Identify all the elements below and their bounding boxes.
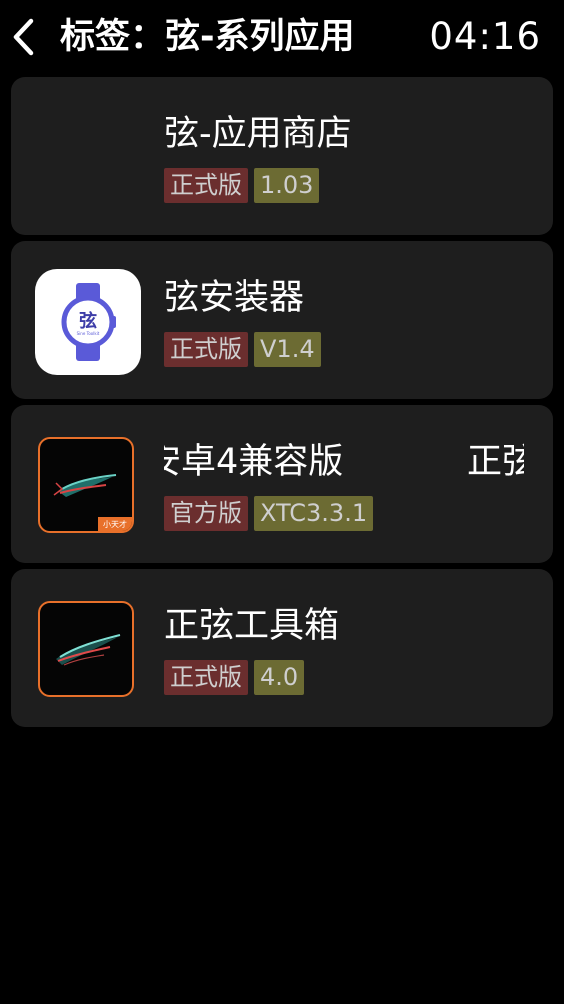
release-type-badge: 正式版 (164, 168, 248, 203)
release-type-badge: 正式版 (164, 332, 248, 367)
app-icon (35, 105, 141, 211)
badge-row: 正式版 1.03 (164, 168, 320, 203)
page-title: 标签：弦-系列应用 (60, 17, 355, 57)
svg-text:Sine Toolkit: Sine Toolkit (77, 331, 100, 336)
release-type-badge: 官方版 (164, 496, 248, 531)
app-name-container: 弦安装器 (164, 273, 524, 323)
back-button[interactable] (6, 14, 42, 60)
app-card[interactable]: 小天才 安卓4兼容版 正弦 官方版 XTC3.3.1 (11, 405, 553, 563)
fish-icon: 小天才 (38, 437, 134, 533)
version-badge: 1.03 (254, 168, 320, 203)
svg-text:小天才: 小天才 (103, 519, 127, 529)
header: 标签：弦-系列应用 04:16 (0, 0, 564, 76)
app-name-container: 安卓4兼容版 正弦 (164, 437, 524, 487)
version-badge: V1.4 (254, 332, 321, 367)
app-list: 弦-应用商店 正式版 1.03 弦 Sine Toolkit 弦安装器 正式版 … (11, 77, 553, 733)
chevron-left-icon (13, 18, 34, 56)
watch-icon: 弦 Sine Toolkit (35, 269, 141, 375)
app-name: 安卓4兼容版 (164, 442, 344, 482)
version-badge: XTC3.3.1 (254, 496, 374, 531)
badge-row: 官方版 XTC3.3.1 (164, 496, 374, 531)
release-type-badge: 正式版 (164, 660, 248, 695)
badge-row: 正式版 4.0 (164, 660, 305, 695)
app-name: 正弦工具箱 (164, 606, 340, 646)
svg-text:弦: 弦 (79, 310, 97, 332)
clock: 04:16 (429, 15, 541, 58)
app-name: 弦-应用商店 (164, 114, 352, 154)
version-badge: 4.0 (254, 660, 305, 695)
app-card[interactable]: 弦-应用商店 正式版 1.03 (11, 77, 553, 235)
app-name: 弦安装器 (164, 278, 305, 318)
app-card[interactable]: 正弦工具箱 正式版 4.0 (11, 569, 553, 727)
badge-row: 正式版 V1.4 (164, 332, 321, 367)
app-name-container: 正弦工具箱 (164, 601, 524, 651)
feather-icon (38, 601, 134, 697)
app-name-container: 弦-应用商店 (164, 109, 524, 159)
app-card[interactable]: 弦 Sine Toolkit 弦安装器 正式版 V1.4 (11, 241, 553, 399)
app-name-marquee-tail: 正弦 (467, 442, 524, 482)
